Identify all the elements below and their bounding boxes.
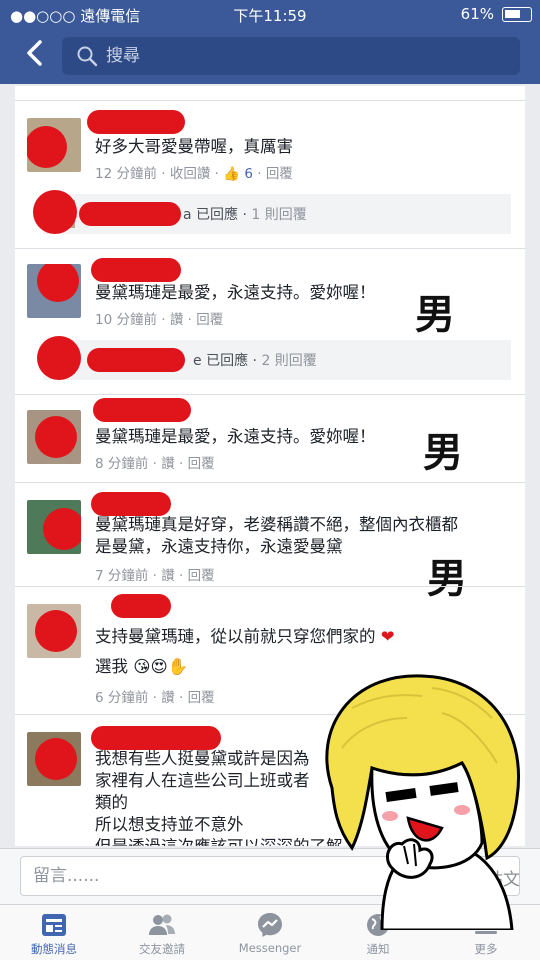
redacted-name (87, 348, 185, 372)
redacted-name (87, 110, 185, 134)
tab-messenger[interactable]: Messenger (216, 907, 324, 959)
comment-meta: 10 分鐘前 · 讚 · 回覆 (95, 312, 224, 328)
comment-text: 支持曼黛瑪璉，從以前就只穿您們家的 ❤ (95, 626, 515, 648)
avatar[interactable] (27, 410, 81, 464)
reply-link[interactable]: 回覆 (188, 690, 215, 706)
news-feed-icon (42, 914, 66, 936)
search-box[interactable] (62, 37, 520, 75)
comment-meta: 7 分鐘前 · 讚 · 回覆 (95, 568, 215, 584)
like-link[interactable]: 讚 (161, 568, 175, 584)
redacted-name (91, 258, 181, 282)
reply-count: 2 則回覆 (261, 353, 317, 369)
redacted-name (111, 594, 171, 618)
redacted-name (91, 492, 171, 516)
kiss-face-icon: 😘 (133, 657, 151, 676)
reply-responder: a 已回應 (183, 207, 239, 223)
tab-label: 通知 (366, 942, 390, 956)
divider (15, 394, 525, 395)
divider (15, 100, 525, 101)
tab-label: Messenger (238, 941, 302, 955)
like-link[interactable]: 讚 (161, 456, 175, 472)
comment-text-line: 支持曼黛瑪璉，從以前就只穿您們家的 (95, 627, 376, 646)
back-arrow-icon[interactable] (20, 38, 50, 68)
comment-meta: 12 分鐘前 · 收回讚 · 👍 6 · 回覆 (95, 166, 293, 182)
comment-time: 7 分鐘前 (95, 568, 149, 584)
comment-time: 6 分鐘前 (95, 690, 149, 706)
avatar[interactable] (27, 500, 81, 554)
redacted-avatar (33, 190, 77, 234)
divider (15, 482, 525, 483)
clock: 下午11:59 (233, 7, 307, 25)
reply-summary[interactable]: a 已回應 · 1 則回覆 (33, 190, 511, 234)
battery-icon (502, 7, 532, 22)
search-icon (76, 45, 98, 71)
comment-time: 10 分鐘前 (95, 312, 157, 328)
tab-news-feed[interactable]: 動態消息 (0, 907, 108, 959)
header-bar: ●●○○○ 遠傳電信 下午11:59 61% (0, 0, 540, 84)
redacted-name (79, 202, 181, 226)
male-annotation: 男 (415, 292, 455, 338)
male-annotation: 男 (427, 556, 467, 602)
divider (15, 586, 525, 587)
like-thumb-icon: 👍 (223, 166, 241, 182)
tab-friend-requests[interactable]: 交友邀請 (108, 907, 216, 959)
tab-label: 交友邀請 (139, 942, 185, 956)
reply-link[interactable]: 回覆 (266, 166, 293, 182)
avatar[interactable] (27, 118, 81, 172)
heart-eyes-icon: 😍 (150, 657, 168, 676)
comment-meta: 8 分鐘前 · 讚 · 回覆 (95, 456, 215, 472)
reply-summary[interactable]: e 已回應 · 2 則回覆 (37, 336, 511, 380)
like-count: 6 (244, 166, 253, 182)
divider (15, 248, 525, 249)
search-input[interactable] (106, 43, 496, 69)
avatar[interactable] (27, 264, 81, 318)
redacted-name (91, 726, 221, 750)
avatar[interactable] (27, 604, 81, 658)
battery-percent: 61% (460, 5, 494, 23)
reply-link[interactable]: 回覆 (188, 456, 215, 472)
unlike-link[interactable]: 收回讚 (170, 166, 211, 182)
reply-link[interactable]: 回覆 (188, 568, 215, 584)
redacted-avatar (37, 336, 81, 380)
comment-meta: 6 分鐘前 · 讚 · 回覆 (95, 690, 215, 706)
heart-icon: ❤ (380, 627, 395, 646)
friend-requests-icon (149, 914, 175, 935)
like-link[interactable]: 讚 (170, 312, 184, 328)
like-link[interactable]: 讚 (161, 690, 175, 706)
tab-label: 動態消息 (31, 942, 77, 956)
tab-label: 更多 (474, 942, 498, 956)
male-annotation: 男 (423, 430, 463, 476)
reply-responder: e 已回應 (193, 353, 249, 369)
reply-link[interactable]: 回覆 (196, 312, 223, 328)
comment-text: 好多大哥愛曼帶喔，真厲害 (95, 137, 293, 156)
comment-text-line: 選我 (95, 657, 128, 676)
reply-count: 1 則回覆 (251, 207, 307, 223)
redacted-name (93, 398, 191, 422)
comment-time: 12 分鐘前 (95, 166, 157, 182)
status-bar: ●●○○○ 遠傳電信 下午11:59 61% (0, 0, 540, 30)
avatar[interactable] (27, 732, 81, 786)
comment-time: 8 分鐘前 (95, 456, 149, 472)
cartoon-girl-sticker (325, 674, 520, 930)
raised-hand-icon: ✋ (167, 657, 189, 676)
messenger-icon (258, 913, 282, 937)
